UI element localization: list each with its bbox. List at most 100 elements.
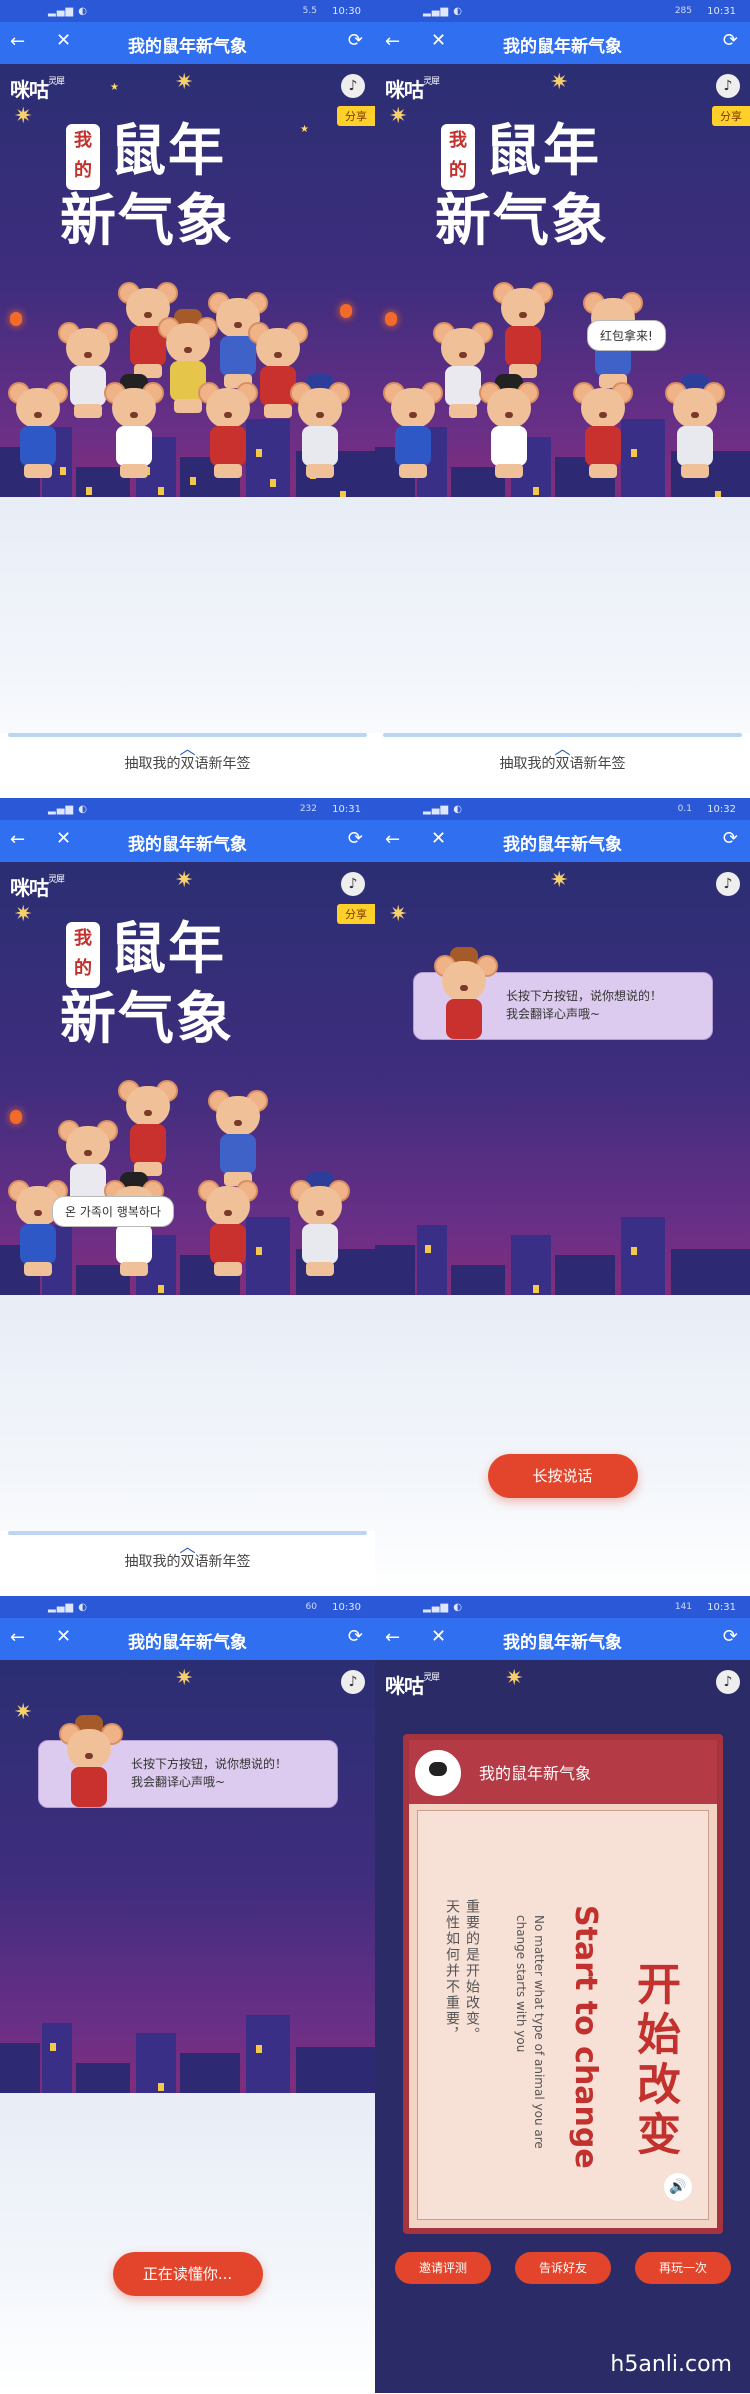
tip-line2: 我会翻译心声哦~ [131, 1775, 226, 1789]
nav-title: 我的鼠年新气象 [503, 835, 622, 855]
cue-text: 抽取我的双语新年签 [124, 1554, 251, 1570]
signal-icon: ▂▄▆ ◐ [423, 1602, 463, 1613]
refresh-icon[interactable]: ⟳ [348, 1626, 363, 1647]
firework-icon: ✷ [175, 868, 194, 893]
refresh-icon[interactable]: ⟳ [723, 1626, 738, 1647]
phone-screen-4: ▂▄▆ ◐ 0.1 10:32 ← ✕ 我的鼠年新气象 ⟳ ♪ ✷ ✷ 长按下方… [375, 798, 750, 1595]
speaker-icon[interactable]: 🔊 [664, 2173, 692, 2201]
screenshot-collage: ▂▄▆ ◐ 5.5 10:30 ← ✕ 我的鼠年新气象 ⟳ 咪咕灵犀 ♪ 分享 … [0, 0, 750, 2394]
hero-line1: 鼠年 [110, 119, 226, 184]
tell-friends-button[interactable]: 告诉好友 [515, 2252, 611, 2284]
nav-bar: ← ✕ 我的鼠年新气象 ⟳ [375, 1618, 750, 1660]
mouse-avatar [59, 1715, 123, 1807]
status-bar: ▂▄▆ ◐ 0.1 10:32 [375, 798, 750, 820]
play-again-button[interactable]: 再玩一次 [635, 2252, 731, 2284]
nav-title: 我的鼠年新气象 [128, 37, 247, 57]
mouse-character [290, 1172, 350, 1282]
tip-line1: 长按下方按钮，说你想说的！ [506, 989, 663, 1003]
firework-icon: ✷ [550, 70, 569, 95]
firework-icon: ✷ [14, 1700, 33, 1725]
snow-ground [0, 2093, 375, 2393]
hero-line2: 新气象 [60, 987, 234, 1052]
hero-title: 我的 鼠年 新气象 [60, 904, 300, 1052]
signal-icon: ▂▄▆ ◐ [48, 1602, 88, 1613]
card-title: 我的鼠年新气象 [479, 1764, 592, 1783]
snow-ground [375, 1295, 750, 1595]
refresh-icon[interactable]: ⟳ [723, 30, 738, 51]
speak-tip: 长按下方按钮，说你想说的！ 我会翻译心声哦~ [38, 1715, 338, 1808]
status-time: 10:30 [332, 6, 361, 17]
mouse-character [8, 1172, 68, 1282]
nav-bar: ← ✕ 我的鼠年新气象 ⟳ [0, 1618, 375, 1660]
mouse-character [104, 1172, 164, 1282]
draw-card-cue[interactable]: ︿ 抽取我的双语新年签 [0, 733, 375, 797]
mouse-character [573, 374, 633, 484]
listening-button[interactable]: 正在读懂你... [112, 2252, 263, 2296]
phone-screen-2: ▂▄▆ ◐ 285 10:31 ← ✕ 我的鼠年新气象 ⟳ 咪咕灵犀 ♪ 分享 … [375, 0, 750, 797]
tip-line2: 我会翻译心声哦~ [506, 1007, 601, 1021]
hero-title: 我的 鼠年 新气象 [435, 106, 675, 254]
mouse-character [198, 374, 258, 484]
star-icon: ★ [110, 82, 119, 93]
status-bar: ▂▄▆ ◐ 5.5 10:30 [0, 0, 375, 22]
draw-card-cue[interactable]: ︿ 抽取我的双语新年签 [0, 1531, 375, 1595]
result-card: 我的鼠年新气象 开始改变 Start to change No matter w… [403, 1734, 723, 2234]
share-button[interactable]: 分享 [712, 106, 750, 126]
music-note-icon[interactable]: ♪ [716, 872, 740, 896]
hero-line2: 新气象 [435, 189, 609, 254]
share-button[interactable]: 分享 [337, 904, 375, 924]
result-big-zh: 开始改变 [629, 1961, 680, 2161]
result-zh-1: 天性如何并不重要， [444, 1899, 460, 2043]
mouse-character [290, 374, 350, 484]
firework-icon: ✷ [175, 1666, 194, 1691]
music-note-icon[interactable]: ♪ [341, 74, 365, 98]
share-button[interactable]: 分享 [337, 106, 375, 126]
phone-screen-5: ▂▄▆ ◐ 60 10:30 ← ✕ 我的鼠年新气象 ⟳ ♪ ✷ ✷ 长按下方按… [0, 1596, 375, 2393]
music-note-icon[interactable]: ♪ [341, 1670, 365, 1694]
card-body: 开始改变 Start to change No matter what type… [417, 1810, 709, 2220]
nav-bar: ← ✕ 我的鼠年新气象 ⟳ [0, 820, 375, 862]
status-bar: ▂▄▆ ◐ 232 10:31 [0, 798, 375, 820]
mouse-character [493, 274, 553, 384]
draw-card-cue[interactable]: ︿ 抽取我的双语新年签 [375, 733, 750, 797]
status-bar: ▂▄▆ ◐ 141 10:31 [375, 1596, 750, 1618]
mouse-character [8, 374, 68, 484]
firework-icon: ✷ [389, 104, 408, 129]
firework-icon: ✷ [175, 70, 194, 95]
status-time: 10:31 [707, 6, 736, 17]
nav-bar: ← ✕ 我的鼠年新气象 ⟳ [375, 820, 750, 862]
panda-avatar [415, 1750, 461, 1796]
invite-button[interactable]: 邀请评测 [395, 2252, 491, 2284]
cue-text: 抽取我的双语新年签 [499, 756, 626, 772]
mouse-group [375, 264, 750, 564]
app-logo: 咪咕灵犀 [10, 77, 65, 102]
signal-icon: ▂▄▆ ◐ [423, 804, 463, 815]
net-speed: 232 [299, 804, 317, 814]
net-speed: 5.5 [302, 6, 317, 16]
net-speed: 285 [674, 6, 692, 16]
phone-screen-3: ▂▄▆ ◐ 232 10:31 ← ✕ 我的鼠年新气象 ⟳ 咪咕灵犀 ♪ 分享 … [0, 798, 375, 1595]
scene: 咪咕灵犀 ♪ 分享 ✷ ✷ 我的 鼠年 新气象 [375, 64, 750, 797]
refresh-icon[interactable]: ⟳ [723, 828, 738, 849]
scene: 咪咕灵犀 ♪ ✷ 我的鼠年新气象 开始改变 Start to change No… [375, 1660, 750, 2393]
refresh-icon[interactable]: ⟳ [348, 30, 363, 51]
scene: 咪咕灵犀 ♪ 分享 ✷ ✷ 我的 鼠年 新气象 [0, 862, 375, 1595]
hero-line1: 鼠年 [110, 917, 226, 982]
music-note-icon[interactable]: ♪ [341, 872, 365, 896]
app-logo: 咪咕灵犀 [385, 1673, 440, 1698]
music-note-icon[interactable]: ♪ [716, 74, 740, 98]
status-bar: ▂▄▆ ◐ 285 10:31 [375, 0, 750, 22]
result-actions: 邀请评测 告诉好友 再玩一次 [375, 2252, 750, 2292]
app-logo: 咪咕灵犀 [385, 77, 440, 102]
cue-text: 抽取我的双语新年签 [124, 756, 251, 772]
refresh-icon[interactable]: ⟳ [348, 828, 363, 849]
music-note-icon[interactable]: ♪ [716, 1670, 740, 1694]
signal-icon: ▂▄▆ ◐ [48, 6, 88, 17]
nav-title: 我的鼠年新气象 [128, 1633, 247, 1653]
nav-title: 我的鼠年新气象 [128, 835, 247, 855]
star-icon: ★ [300, 124, 309, 135]
firework-icon: ✷ [14, 104, 33, 129]
net-speed: 141 [674, 1602, 692, 1612]
mouse-character [665, 374, 725, 484]
hold-to-speak-button[interactable]: 长按说话 [487, 1454, 638, 1498]
